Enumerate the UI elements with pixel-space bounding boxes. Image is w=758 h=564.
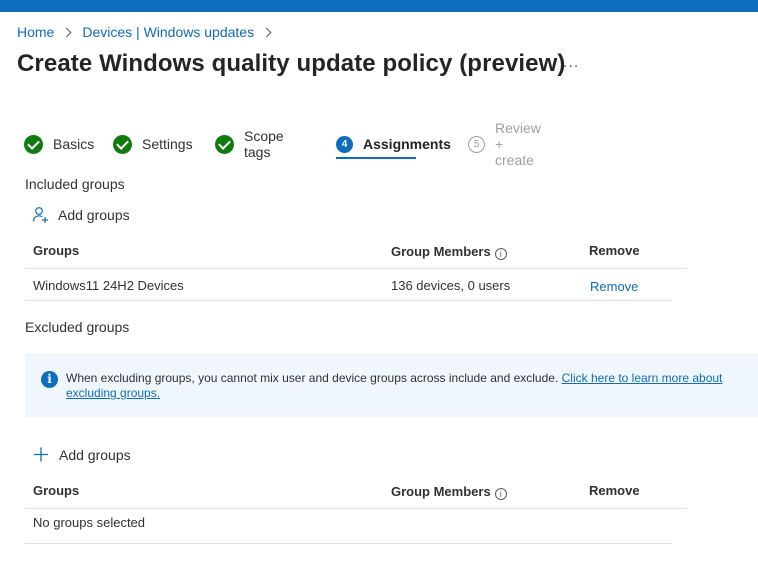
chevron-right-icon — [61, 27, 72, 37]
add-groups-label: Add groups — [59, 447, 131, 463]
plus-icon — [34, 447, 48, 462]
table-cell-members: 136 devices, 0 users — [391, 278, 511, 293]
add-included-groups-button[interactable]: Add groups — [32, 206, 130, 224]
step-number-badge: 4 — [336, 135, 353, 153]
breadcrumb-devices[interactable]: Devices | Windows updates — [82, 24, 254, 40]
step-label: Scope tags — [244, 128, 284, 160]
info-banner: i When excluding groups, you cannot mix … — [25, 353, 758, 417]
chevron-right-icon — [261, 27, 272, 37]
info-banner-message: When excluding groups, you cannot mix us… — [66, 371, 559, 385]
excluded-groups-table: Groups Group Members i Remove No groups s… — [25, 483, 687, 545]
top-bar — [0, 0, 758, 12]
table-cell-group: Windows11 24H2 Devices — [33, 278, 184, 293]
column-header-remove: Remove — [589, 243, 640, 258]
divider — [25, 300, 672, 301]
column-header-group-members: Group Members i — [391, 244, 507, 260]
column-header-groups: Groups — [33, 243, 80, 258]
included-groups-heading: Included groups — [25, 176, 125, 192]
column-header-label: Group Members — [391, 484, 491, 499]
checkmark-icon — [24, 134, 43, 154]
column-header-label: Group Members — [391, 244, 491, 259]
page-title: Create Windows quality update policy (pr… — [17, 50, 566, 77]
breadcrumb: Home Devices | Windows updates — [17, 24, 282, 40]
step-scope-tags[interactable]: Scope tags — [215, 128, 284, 160]
info-icon[interactable]: i — [494, 488, 507, 500]
active-step-underline — [336, 157, 416, 159]
remove-group-link[interactable]: Remove — [590, 279, 638, 294]
column-header-group-members: Group Members i — [391, 484, 507, 500]
step-label: Settings — [142, 136, 193, 152]
checkmark-icon — [215, 134, 234, 154]
info-circle-icon: i — [41, 371, 58, 388]
step-number-badge: 5 — [468, 135, 485, 153]
divider — [25, 268, 687, 269]
step-review-create: 5 Review + create — [468, 120, 541, 168]
divider — [25, 508, 687, 509]
empty-state-text: No groups selected — [33, 515, 146, 530]
step-label: Basics — [53, 136, 95, 152]
excluded-groups-heading: Excluded groups — [25, 319, 130, 335]
divider — [25, 543, 672, 544]
add-groups-label: Add groups — [58, 207, 130, 223]
add-person-icon — [32, 207, 48, 223]
info-icon[interactable]: i — [494, 248, 507, 260]
step-label: Review + create — [495, 120, 541, 168]
column-header-groups: Groups — [33, 483, 80, 498]
column-header-remove: Remove — [589, 483, 640, 498]
included-groups-table: Groups Group Members i Remove Windows11 2… — [25, 243, 687, 303]
step-basics[interactable]: Basics — [24, 133, 94, 155]
add-excluded-groups-button[interactable]: Add groups — [33, 446, 131, 464]
info-banner-text: When excluding groups, you cannot mix us… — [66, 371, 736, 401]
step-assignments[interactable]: 4 Assignments — [336, 133, 451, 155]
breadcrumb-home[interactable]: Home — [17, 24, 54, 40]
more-options-icon[interactable]: ... — [563, 54, 579, 72]
step-settings[interactable]: Settings — [113, 133, 193, 155]
checkmark-icon — [113, 134, 132, 154]
step-label: Assignments — [363, 136, 451, 152]
